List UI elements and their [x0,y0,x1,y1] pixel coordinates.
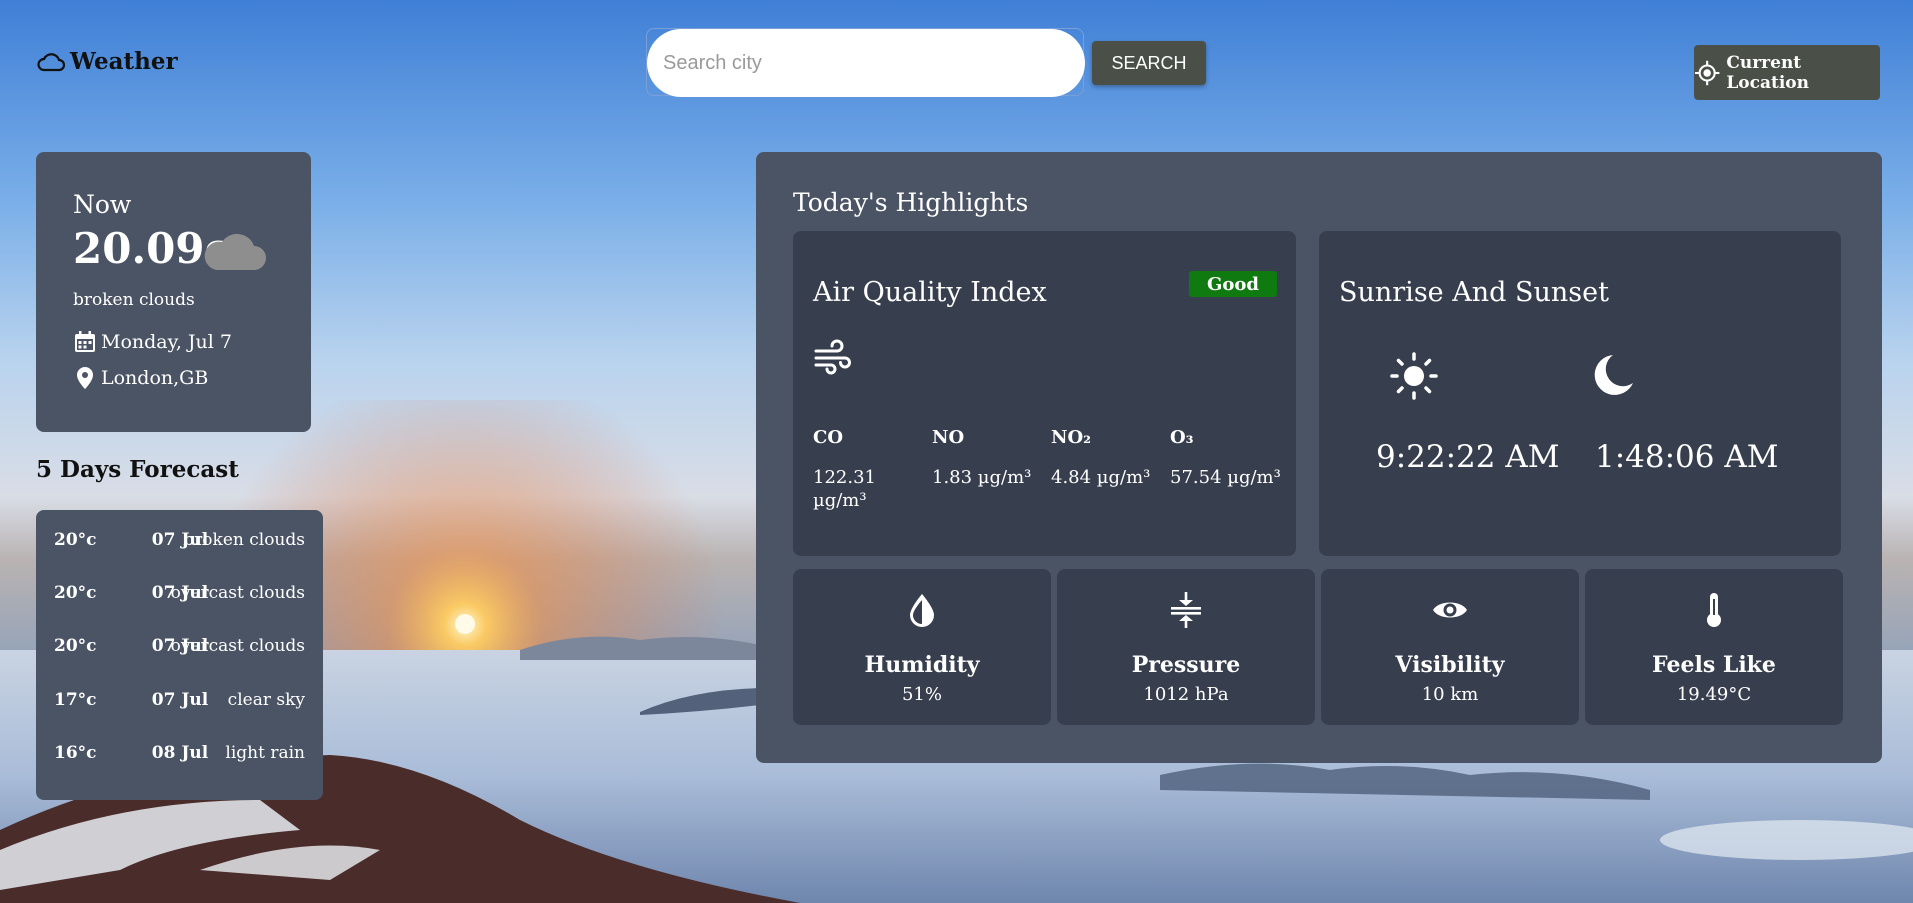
highlights-card: Today's Highlights Air Quality Index Goo… [756,152,1882,763]
pollutant-no: NO 1.83 µg/m³ [932,427,1052,489]
search-input[interactable] [647,29,1085,97]
air-quality-card: Air Quality Index Good CO 122.31 µg/m³ N… [793,231,1296,556]
calendar-icon [75,331,95,352]
search-box [646,28,1085,97]
forecast-temp: 20°c [54,636,97,656]
current-location: London,GB [101,367,209,389]
forecast-card: 20°c 07 Jul broken clouds 20°c 07 Jul ov… [36,510,323,800]
app-logo: Weather [36,48,178,75]
pollutant-name: NO₂ [1051,427,1092,448]
stat-value: 10 km [1421,684,1479,705]
cloud-outline-icon [37,52,66,71]
wind-icon [814,339,851,375]
forecast-row: 20°c 07 Jul overcast clouds [36,573,323,613]
sunset-time: 1:48:06 AM [1595,439,1779,475]
app-logo-text: Weather [70,48,178,75]
visibility-card: Visibility 10 km [1321,569,1579,725]
gps-target-icon [1694,60,1720,85]
forecast-date: 07 Jul [151,690,209,710]
date-row: Monday, Jul 7 [73,330,232,354]
stat-name: Visibility [1395,652,1505,678]
map-pin-icon [77,367,93,389]
thermometer-icon [1707,593,1721,627]
aqi-title: Air Quality Index [813,277,1047,308]
pollutant-value: 57.54 µg/m³ [1170,467,1281,488]
location-row: London,GB [73,366,208,390]
pollutant-value: 4.84 µg/m³ [1051,467,1151,488]
search-button[interactable]: SEARCH [1092,41,1206,85]
pollutant-name: CO [813,427,844,448]
compress-icon [1171,592,1201,628]
pollutant-no2: NO₂ 4.84 µg/m³ [1051,427,1171,489]
humidity-card: Humidity 51% [793,569,1051,725]
pollutant-value: 1.83 µg/m³ [932,467,1032,488]
pollutant-o3: O₃ 57.54 µg/m³ [1170,427,1290,489]
eye-icon [1433,602,1467,618]
forecast-temp: 16°c [54,743,97,763]
pollutant-name: O₃ [1170,427,1194,448]
forecast-desc: broken clouds [183,530,305,550]
forecast-desc: light rain [225,743,305,763]
forecast-desc: overcast clouds [170,636,305,656]
current-date: Monday, Jul 7 [101,331,232,353]
current-location-button[interactable]: Current Location [1694,45,1880,100]
water-drop-icon [910,594,934,627]
sunrise-time: 9:22:22 AM [1376,439,1560,475]
forecast-temp: 20°c [54,583,97,603]
feels-like-card: Feels Like 19.49°C [1585,569,1843,725]
stat-name: Feels Like [1652,652,1776,678]
forecast-row: 17°c 07 Jul clear sky [36,680,323,720]
aqi-status-badge: Good [1189,271,1277,297]
forecast-row: 16°c 08 Jul light rain [36,733,323,773]
current-location-label: Current Location [1726,52,1809,93]
forecast-row: 20°c 07 Jul overcast clouds [36,626,323,666]
forecast-temp: 17°c [54,690,97,710]
forecast-title: 5 Days Forecast [36,456,239,483]
current-weather-card: Now 20.09c broken clouds Monday, Jul 7 L… [36,152,311,432]
stat-value: 19.49°C [1676,684,1752,705]
stat-value: 1012 hPa [1143,684,1229,705]
sunrise-sunset-card: Sunrise And Sunset 9:22:22 AM 1:48:06 AM [1319,231,1841,556]
moon-icon [1594,355,1633,395]
weather-description: broken clouds [73,290,195,310]
cloud-icon [204,233,266,270]
stat-value: 51% [901,684,942,705]
now-label: Now [73,190,132,219]
forecast-desc: clear sky [227,690,305,710]
forecast-date: 08 Jul [151,743,209,763]
pressure-card: Pressure 1012 hPa [1057,569,1315,725]
pollutant-co: CO 122.31 µg/m³ [813,427,923,512]
stat-name: Humidity [864,652,980,678]
stat-name: Pressure [1131,652,1241,678]
highlights-title: Today's Highlights [793,188,1029,217]
forecast-desc: overcast clouds [170,583,305,603]
sunrise-sunset-title: Sunrise And Sunset [1339,277,1609,308]
forecast-temp: 20°c [54,530,97,550]
sun-icon [1390,352,1438,400]
forecast-row: 20°c 07 Jul broken clouds [36,520,323,560]
pollutant-name: NO [932,427,965,448]
pollutant-value: 122.31 µg/m³ [813,467,876,511]
